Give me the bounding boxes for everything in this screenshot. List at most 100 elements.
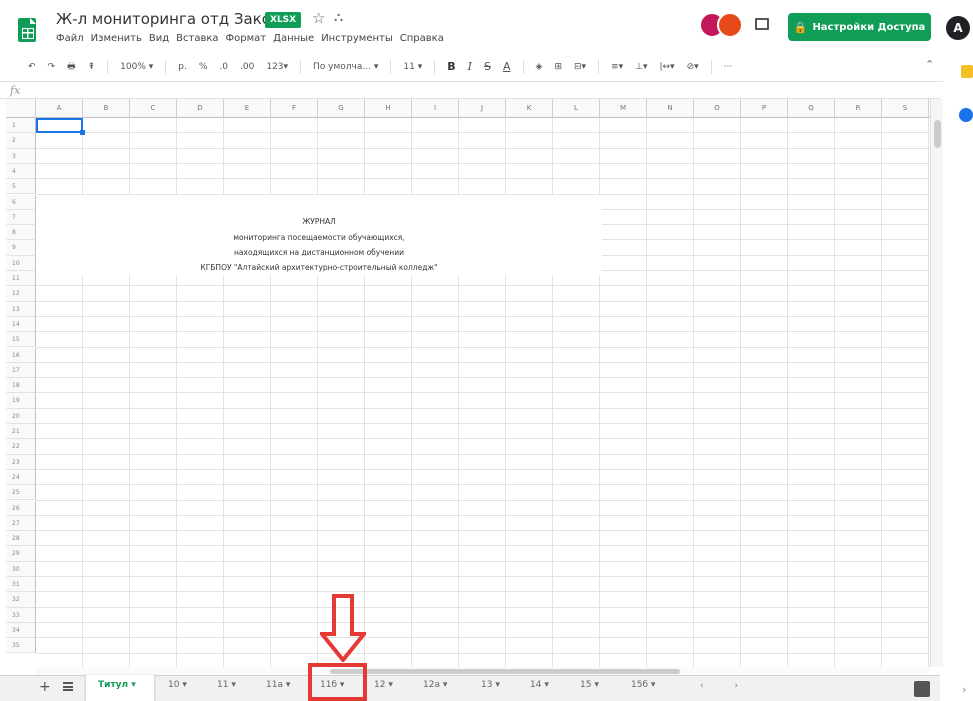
row-header[interactable]: 6	[6, 194, 36, 210]
account-avatar[interactable]: A	[946, 16, 970, 40]
text-rotation-icon[interactable]: ⊘▾	[687, 62, 699, 72]
row-header[interactable]: 2	[6, 133, 36, 149]
row-header[interactable]: 1	[6, 118, 36, 134]
row-header[interactable]: 32	[6, 592, 36, 608]
font-select[interactable]: По умолча... ▾	[313, 62, 378, 72]
row-header[interactable]: 35	[6, 638, 36, 654]
row-header[interactable]: 3	[6, 148, 36, 164]
explore-icon[interactable]	[914, 681, 930, 697]
column-header[interactable]: G	[318, 99, 365, 118]
row-header[interactable]: 30	[6, 561, 36, 577]
cell-area[interactable]: ЖУРНАЛ мониторинга посещаемости обучающи…	[36, 118, 930, 667]
row-header[interactable]: 11	[6, 271, 36, 287]
menu-help[interactable]: Справка	[400, 33, 444, 44]
row-header[interactable]: 21	[6, 424, 36, 440]
document-title[interactable]: Ж-л мониторинга отд Закопко	[56, 10, 299, 28]
row-header[interactable]: 14	[6, 316, 36, 333]
tab-scroll-arrows[interactable]: ‹ ›	[700, 681, 752, 691]
more-formats-button[interactable]: 123▾	[266, 62, 288, 72]
add-sheet-button[interactable]: +	[39, 679, 51, 695]
row-header[interactable]: 23	[6, 454, 36, 470]
formula-bar[interactable]	[0, 82, 940, 99]
menu-data[interactable]: Данные	[273, 33, 314, 44]
row-header[interactable]: 9	[6, 240, 36, 256]
sheet-tab[interactable]: 14 ▾	[530, 680, 549, 690]
sheet-tab[interactable]: 15 ▾	[580, 680, 599, 690]
selected-cell[interactable]	[36, 118, 83, 133]
avatar[interactable]	[717, 12, 743, 38]
column-header[interactable]: S	[882, 99, 929, 118]
spreadsheet-grid[interactable]: ABCDEFGHIJKLMNOPQRS 1 2 3 4 5 6 7 8 9 10 11 12 13 14 1…	[6, 99, 930, 667]
select-all-corner[interactable]	[6, 99, 36, 118]
row-header[interactable]: 17	[6, 362, 36, 379]
font-size-select[interactable]: 11 ▾	[403, 62, 422, 72]
zoom-select[interactable]: 100% ▾	[120, 62, 153, 72]
row-header[interactable]: 31	[6, 577, 36, 593]
borders-icon[interactable]: ⊞	[554, 62, 562, 72]
column-header[interactable]: J	[459, 99, 506, 118]
column-header[interactable]: P	[741, 99, 788, 118]
menu-insert[interactable]: Вставка	[176, 33, 218, 44]
fill-color-icon[interactable]: ◈	[536, 62, 543, 72]
row-header[interactable]: 13	[6, 301, 36, 317]
row-header[interactable]: 15	[6, 332, 36, 348]
row-header[interactable]: 28	[6, 531, 36, 547]
column-header[interactable]: D	[177, 99, 224, 118]
horizontal-align-icon[interactable]: ≡▾	[611, 62, 623, 72]
row-header[interactable]: 24	[6, 469, 36, 486]
column-header[interactable]: A	[36, 99, 83, 118]
keep-icon[interactable]	[961, 65, 973, 78]
column-header[interactable]: M	[600, 99, 647, 118]
row-header[interactable]: 26	[6, 500, 36, 516]
row-header[interactable]: 22	[6, 439, 36, 455]
comments-icon[interactable]	[755, 18, 769, 30]
sheet-tab[interactable]: 13 ▾	[481, 680, 500, 690]
column-header[interactable]: F	[271, 99, 318, 118]
paint-format-icon[interactable]: ⇞	[88, 62, 96, 72]
move-folder-icon[interactable]: ⛬	[334, 10, 343, 25]
menu-format[interactable]: Формат	[226, 33, 267, 44]
more-icon[interactable]: ···	[724, 62, 733, 72]
menu-view[interactable]: Вид	[149, 33, 169, 44]
chevron-up-icon[interactable]: ⌃	[925, 58, 934, 71]
column-header[interactable]: O	[694, 99, 741, 118]
menu-edit[interactable]: Изменить	[91, 33, 142, 44]
sheets-logo-icon[interactable]	[18, 18, 36, 42]
menu-file[interactable]: Файл	[56, 33, 84, 44]
menu-tools[interactable]: Инструменты	[321, 33, 393, 44]
column-header[interactable]: N	[647, 99, 694, 118]
sheet-tab[interactable]: 10 ▾	[168, 680, 187, 690]
row-header[interactable]: 19	[6, 393, 36, 409]
sheet-tab[interactable]: 12а ▾	[423, 680, 447, 690]
sheet-tab[interactable]: 11а ▾	[266, 680, 290, 690]
row-header[interactable]: 25	[6, 485, 36, 501]
percent-format-button[interactable]: %	[199, 62, 208, 72]
strikethrough-button[interactable]: S	[484, 60, 491, 73]
bold-button[interactable]: B	[447, 60, 455, 73]
decrease-decimal-button[interactable]: .0	[219, 62, 228, 72]
merge-cells-icon[interactable]: ⊟▾	[574, 62, 586, 72]
row-header[interactable]: 7	[6, 209, 36, 226]
chevron-right-icon[interactable]: ›	[962, 683, 966, 696]
row-header[interactable]: 12	[6, 286, 36, 302]
row-header[interactable]: 33	[6, 607, 36, 623]
tasks-icon[interactable]	[959, 108, 973, 122]
row-header[interactable]: 34	[6, 622, 36, 639]
currency-format-button[interactable]: р.	[178, 62, 187, 72]
column-header[interactable]: I	[412, 99, 459, 118]
column-header[interactable]: L	[553, 99, 600, 118]
sheet-tab[interactable]: 15б ▾	[631, 680, 655, 690]
text-wrap-icon[interactable]: |↔▾	[659, 62, 674, 72]
column-header[interactable]: E	[224, 99, 271, 118]
italic-button[interactable]: I	[468, 60, 472, 73]
sheet-tab[interactable]: 11 ▾	[217, 680, 236, 690]
row-header[interactable]: 8	[6, 225, 36, 241]
row-header[interactable]: 27	[6, 515, 36, 532]
star-icon[interactable]: ☆	[312, 9, 325, 27]
row-header[interactable]: 4	[6, 163, 36, 180]
redo-icon[interactable]: ↷	[48, 62, 56, 72]
column-header[interactable]: K	[506, 99, 553, 118]
sheet-tab[interactable]: 12 ▾	[374, 680, 393, 690]
vertical-scrollbar[interactable]	[930, 99, 943, 667]
print-icon[interactable]: 🖶	[67, 59, 76, 75]
